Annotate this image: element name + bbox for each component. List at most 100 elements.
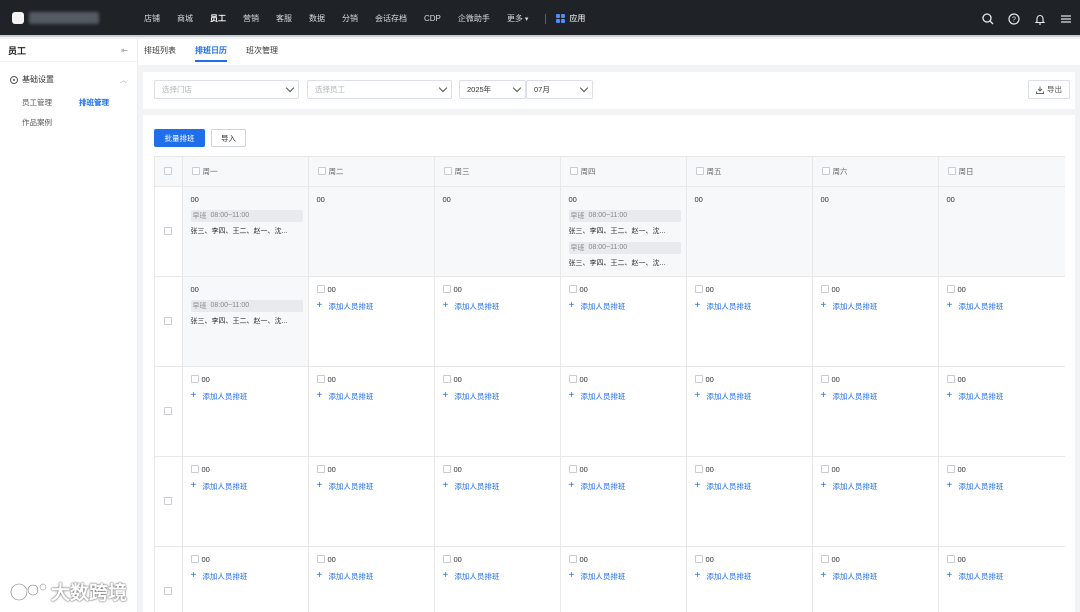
- nav-item-0[interactable]: 店铺: [144, 13, 160, 24]
- help-icon[interactable]: ?: [1006, 11, 1022, 27]
- day-checkbox[interactable]: [316, 285, 325, 293]
- add-staff-schedule-link[interactable]: + 添加人员排班: [317, 481, 426, 492]
- add-staff-schedule-link[interactable]: + 添加人员排班: [695, 481, 804, 492]
- day-checkbox[interactable]: [316, 465, 325, 473]
- add-staff-schedule-link[interactable]: + 添加人员排班: [821, 571, 930, 582]
- store-select[interactable]: 选择门店: [154, 80, 299, 99]
- day-cell[interactable]: 00 + 添加人员排班: [182, 546, 309, 612]
- nav-item-apps[interactable]: 应用: [556, 13, 585, 24]
- day-cell[interactable]: 00 + 添加人员排班: [308, 546, 435, 612]
- day-checkbox[interactable]: [694, 465, 703, 473]
- add-staff-schedule-link[interactable]: + 添加人员排班: [443, 481, 552, 492]
- day-cell[interactable]: 00 + 添加人员排班: [812, 456, 939, 547]
- year-select[interactable]: 2025年: [459, 80, 526, 99]
- add-staff-schedule-link[interactable]: + 添加人员排班: [947, 391, 1058, 402]
- day-cell[interactable]: 00 + 添加人员排班: [182, 456, 309, 547]
- add-staff-schedule-link[interactable]: + 添加人员排班: [821, 391, 930, 402]
- day-cell[interactable]: 00 + 添加人员排班: [938, 546, 1065, 612]
- day-checkbox[interactable]: [316, 375, 325, 383]
- collapse-sidebar-icon[interactable]: ⇤: [121, 46, 128, 55]
- day-checkbox[interactable]: [316, 555, 325, 563]
- shift-tag[interactable]: 早班 08:00~11:00: [190, 209, 303, 222]
- day-checkbox[interactable]: [568, 465, 577, 473]
- export-button[interactable]: 导出: [1028, 80, 1070, 99]
- day-cell[interactable]: 00 + 添加人员排班: [560, 366, 687, 457]
- shift-tag[interactable]: 早班 08:00~11:00: [190, 299, 303, 312]
- day-cell[interactable]: 00 + 添加人员排班: [938, 276, 1065, 367]
- day-cell[interactable]: 00 早班 08:00~11:00 张三、李四、王二、赵一、沈... 早班 08:00~1…: [560, 186, 687, 277]
- day-checkbox[interactable]: [190, 555, 199, 563]
- day-cell[interactable]: 00 + 添加人员排班: [560, 546, 687, 612]
- weekday-checkbox[interactable]: [443, 166, 452, 175]
- search-icon[interactable]: [980, 11, 996, 27]
- day-cell[interactable]: 00 + 添加人员排班: [434, 456, 561, 547]
- nav-item-8[interactable]: CDP: [424, 14, 441, 23]
- day-checkbox[interactable]: [694, 555, 703, 563]
- day-cell[interactable]: 00 + 添加人员排班: [308, 366, 435, 457]
- add-staff-schedule-link[interactable]: + 添加人员排班: [569, 481, 678, 492]
- day-cell[interactable]: 00: [434, 186, 561, 277]
- nav-item-10[interactable]: 更多 ▾: [507, 13, 529, 24]
- brand-logo[interactable]: [12, 12, 24, 24]
- tab-schedule-calendar[interactable]: 排班日历: [195, 39, 227, 65]
- day-checkbox[interactable]: [442, 555, 451, 563]
- add-staff-schedule-link[interactable]: + 添加人员排班: [317, 301, 426, 312]
- tab-shift-management[interactable]: 班次管理: [246, 39, 278, 65]
- nav-item-6[interactable]: 分销: [342, 13, 358, 24]
- add-staff-schedule-link[interactable]: + 添加人员排班: [821, 481, 930, 492]
- add-staff-schedule-link[interactable]: + 添加人员排班: [569, 571, 678, 582]
- sidebar-item-schedule-management[interactable]: 排班管理: [79, 97, 109, 108]
- day-cell[interactable]: 00 + 添加人员排班: [308, 276, 435, 367]
- sidebar-group-basic-settings[interactable]: 基础设置 ︿: [0, 74, 137, 85]
- add-staff-schedule-link[interactable]: + 添加人员排班: [821, 301, 930, 312]
- weekday-checkbox[interactable]: [569, 166, 578, 175]
- nav-item-3[interactable]: 营销: [243, 13, 259, 24]
- day-cell[interactable]: 00 + 添加人员排班: [308, 456, 435, 547]
- select-all-checkbox[interactable]: [164, 166, 173, 175]
- day-checkbox[interactable]: [946, 465, 955, 473]
- add-staff-schedule-link[interactable]: + 添加人员排班: [569, 391, 678, 402]
- weekday-checkbox[interactable]: [947, 166, 956, 175]
- row-checkbox[interactable]: [164, 406, 173, 415]
- add-staff-schedule-link[interactable]: + 添加人员排班: [191, 481, 300, 492]
- day-checkbox[interactable]: [694, 375, 703, 383]
- day-cell[interactable]: 00 + 添加人员排班: [434, 366, 561, 457]
- add-staff-schedule-link[interactable]: + 添加人员排班: [317, 391, 426, 402]
- day-cell[interactable]: 00 + 添加人员排班: [938, 366, 1065, 457]
- day-checkbox[interactable]: [568, 555, 577, 563]
- add-staff-schedule-link[interactable]: + 添加人员排班: [317, 571, 426, 582]
- day-cell[interactable]: 00: [308, 186, 435, 277]
- day-checkbox[interactable]: [820, 465, 829, 473]
- sidebar-item-staff-management[interactable]: 员工管理: [22, 97, 52, 108]
- weekday-checkbox[interactable]: [695, 166, 704, 175]
- nav-item-9[interactable]: 企微助手: [458, 13, 490, 24]
- add-staff-schedule-link[interactable]: + 添加人员排班: [443, 391, 552, 402]
- shop-name-blurred[interactable]: [29, 12, 99, 24]
- day-cell[interactable]: 00: [938, 186, 1065, 277]
- add-staff-schedule-link[interactable]: + 添加人员排班: [695, 391, 804, 402]
- day-cell[interactable]: 00 + 添加人员排班: [812, 546, 939, 612]
- weekday-checkbox[interactable]: [317, 166, 326, 175]
- add-staff-schedule-link[interactable]: + 添加人员排班: [443, 571, 552, 582]
- menu-icon[interactable]: [1058, 11, 1074, 27]
- row-checkbox[interactable]: [164, 496, 173, 505]
- nav-item-1[interactable]: 商城: [177, 13, 193, 24]
- day-checkbox[interactable]: [946, 285, 955, 293]
- add-staff-schedule-link[interactable]: + 添加人员排班: [191, 391, 300, 402]
- day-checkbox[interactable]: [820, 285, 829, 293]
- day-checkbox[interactable]: [568, 285, 577, 293]
- row-checkbox[interactable]: [164, 316, 173, 325]
- day-checkbox[interactable]: [946, 375, 955, 383]
- staff-select[interactable]: 选择员工: [307, 80, 452, 99]
- day-checkbox[interactable]: [442, 465, 451, 473]
- add-staff-schedule-link[interactable]: + 添加人员排班: [947, 571, 1058, 582]
- day-cell[interactable]: 00 + 添加人员排班: [686, 546, 813, 612]
- day-cell[interactable]: 00 + 添加人员排班: [560, 456, 687, 547]
- batch-schedule-button[interactable]: 批量排班: [154, 129, 205, 147]
- day-checkbox[interactable]: [946, 555, 955, 563]
- nav-item-5[interactable]: 数据: [309, 13, 325, 24]
- weekday-checkbox[interactable]: [191, 166, 200, 175]
- shift-tag[interactable]: 早班 08:00~11:00: [568, 209, 681, 222]
- day-cell[interactable]: 00 + 添加人员排班: [812, 276, 939, 367]
- day-cell[interactable]: 00: [686, 186, 813, 277]
